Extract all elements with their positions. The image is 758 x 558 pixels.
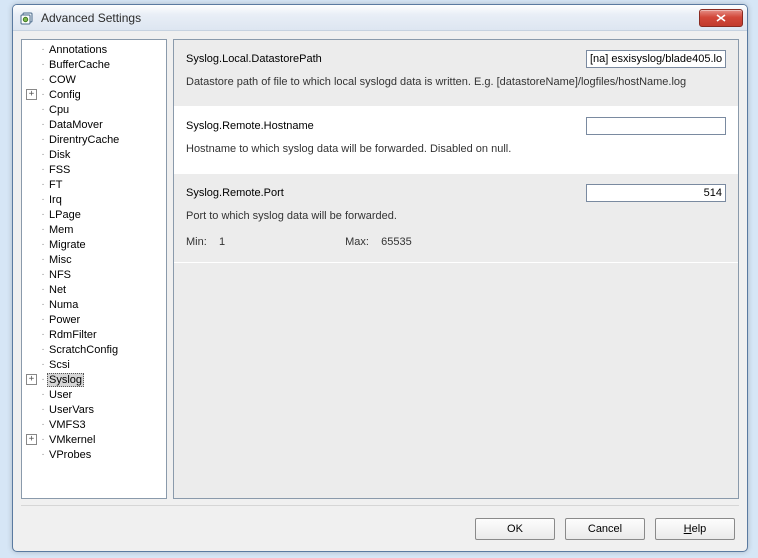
- setting-key: Syslog.Local.DatastorePath: [186, 53, 586, 65]
- tree-item-label[interactable]: BufferCache: [47, 59, 112, 71]
- tree-item-label[interactable]: Irq: [47, 194, 64, 206]
- dialog-footer: OK Cancel Help: [21, 505, 739, 545]
- advanced-settings-window: Advanced Settings ·Annotations·BufferCac…: [12, 4, 748, 552]
- tree-item-irq[interactable]: ·Irq: [24, 192, 164, 207]
- setting-syslog-remote-hostname: Syslog.Remote.Hostname Hostname to which …: [174, 107, 738, 174]
- tree-item-vmfs3[interactable]: ·VMFS3: [24, 417, 164, 432]
- tree-item-annotations[interactable]: ·Annotations: [24, 42, 164, 57]
- tree-item-ft[interactable]: ·FT: [24, 177, 164, 192]
- setting-description: Datastore path of file to which local sy…: [186, 76, 726, 88]
- tree-item-nfs[interactable]: ·NFS: [24, 267, 164, 282]
- help-button[interactable]: Help: [655, 518, 735, 540]
- tree-item-label[interactable]: Syslog: [47, 373, 84, 387]
- tree-item-label[interactable]: VMFS3: [47, 419, 88, 431]
- setting-description: Hostname to which syslog data will be fo…: [186, 143, 726, 155]
- tree-item-fss[interactable]: ·FSS: [24, 162, 164, 177]
- tree-item-lpage[interactable]: ·LPage: [24, 207, 164, 222]
- tree-item-direntrycache[interactable]: ·DirentryCache: [24, 132, 164, 147]
- setting-syslog-local-datastorepath: Syslog.Local.DatastorePath Datastore path…: [174, 40, 738, 107]
- tree-item-label[interactable]: FSS: [47, 164, 72, 176]
- tree-item-rdmfilter[interactable]: ·RdmFilter: [24, 327, 164, 342]
- tree-item-net[interactable]: ·Net: [24, 282, 164, 297]
- tree-item-label[interactable]: NFS: [47, 269, 73, 281]
- setting-key: Syslog.Remote.Port: [186, 187, 586, 199]
- tree-item-cow[interactable]: ·COW: [24, 72, 164, 87]
- tree-item-scsi[interactable]: ·Scsi: [24, 357, 164, 372]
- expand-icon[interactable]: +: [26, 434, 37, 445]
- tree-item-label[interactable]: Scsi: [47, 359, 72, 371]
- setting-value-input[interactable]: [586, 50, 726, 68]
- tree-item-vprobes[interactable]: ·VProbes: [24, 447, 164, 462]
- window-title: Advanced Settings: [41, 11, 699, 25]
- tree-item-label[interactable]: User: [47, 389, 74, 401]
- expand-icon[interactable]: +: [26, 374, 37, 385]
- tree-item-user[interactable]: ·User: [24, 387, 164, 402]
- tree-item-syslog[interactable]: +·Syslog: [24, 372, 164, 387]
- tree-item-misc[interactable]: ·Misc: [24, 252, 164, 267]
- tree-item-buffercache[interactable]: ·BufferCache: [24, 57, 164, 72]
- setting-syslog-remote-port: Syslog.Remote.Port Port to which syslog d…: [174, 174, 738, 263]
- tree-item-cpu[interactable]: ·Cpu: [24, 102, 164, 117]
- tree-item-numa[interactable]: ·Numa: [24, 297, 164, 312]
- close-button[interactable]: [699, 9, 743, 27]
- tree-item-label[interactable]: Disk: [47, 149, 72, 161]
- tree-item-label[interactable]: Migrate: [47, 239, 88, 251]
- titlebar[interactable]: Advanced Settings: [13, 5, 747, 31]
- tree-item-label[interactable]: Numa: [47, 299, 80, 311]
- ok-button[interactable]: OK: [475, 518, 555, 540]
- tree-item-mem[interactable]: ·Mem: [24, 222, 164, 237]
- dialog-body: ·Annotations·BufferCache·COW+·Config·Cpu…: [13, 31, 747, 551]
- tree-item-label[interactable]: ScratchConfig: [47, 344, 120, 356]
- tree-item-label[interactable]: LPage: [47, 209, 83, 221]
- setting-value-input[interactable]: [586, 184, 726, 202]
- settings-tree[interactable]: ·Annotations·BufferCache·COW+·Config·Cpu…: [21, 39, 167, 499]
- tree-item-label[interactable]: Misc: [47, 254, 74, 266]
- tree-item-power[interactable]: ·Power: [24, 312, 164, 327]
- tree-item-config[interactable]: +·Config: [24, 87, 164, 102]
- main-area: ·Annotations·BufferCache·COW+·Config·Cpu…: [21, 39, 739, 499]
- tree-item-label[interactable]: VProbes: [47, 449, 93, 461]
- setting-value-input[interactable]: [586, 117, 726, 135]
- tree-item-label[interactable]: DataMover: [47, 119, 105, 131]
- settings-content: Syslog.Local.DatastorePath Datastore path…: [173, 39, 739, 499]
- tree-item-disk[interactable]: ·Disk: [24, 147, 164, 162]
- tree-item-label[interactable]: Config: [47, 89, 83, 101]
- tree-item-migrate[interactable]: ·Migrate: [24, 237, 164, 252]
- tree-item-datamover[interactable]: ·DataMover: [24, 117, 164, 132]
- setting-description: Port to which syslog data will be forwar…: [186, 210, 726, 222]
- tree-item-label[interactable]: Power: [47, 314, 82, 326]
- tree-item-label[interactable]: DirentryCache: [47, 134, 121, 146]
- tree-item-label[interactable]: UserVars: [47, 404, 96, 416]
- setting-min-max: Min: 1Max: 65535: [186, 236, 726, 248]
- tree-item-scratchconfig[interactable]: ·ScratchConfig: [24, 342, 164, 357]
- tree-item-vmkernel[interactable]: +·VMkernel: [24, 432, 164, 447]
- setting-key: Syslog.Remote.Hostname: [186, 120, 586, 132]
- tree-item-label[interactable]: RdmFilter: [47, 329, 99, 341]
- tree-item-label[interactable]: Net: [47, 284, 68, 296]
- tree-item-uservars[interactable]: ·UserVars: [24, 402, 164, 417]
- expand-icon[interactable]: +: [26, 89, 37, 100]
- tree-item-label[interactable]: FT: [47, 179, 64, 191]
- tree-item-label[interactable]: Annotations: [47, 44, 109, 56]
- tree-item-label[interactable]: Cpu: [47, 104, 71, 116]
- tree-item-label[interactable]: COW: [47, 74, 78, 86]
- cancel-button[interactable]: Cancel: [565, 518, 645, 540]
- app-icon: [19, 10, 35, 26]
- tree-item-label[interactable]: Mem: [47, 224, 75, 236]
- tree-item-label[interactable]: VMkernel: [47, 434, 97, 446]
